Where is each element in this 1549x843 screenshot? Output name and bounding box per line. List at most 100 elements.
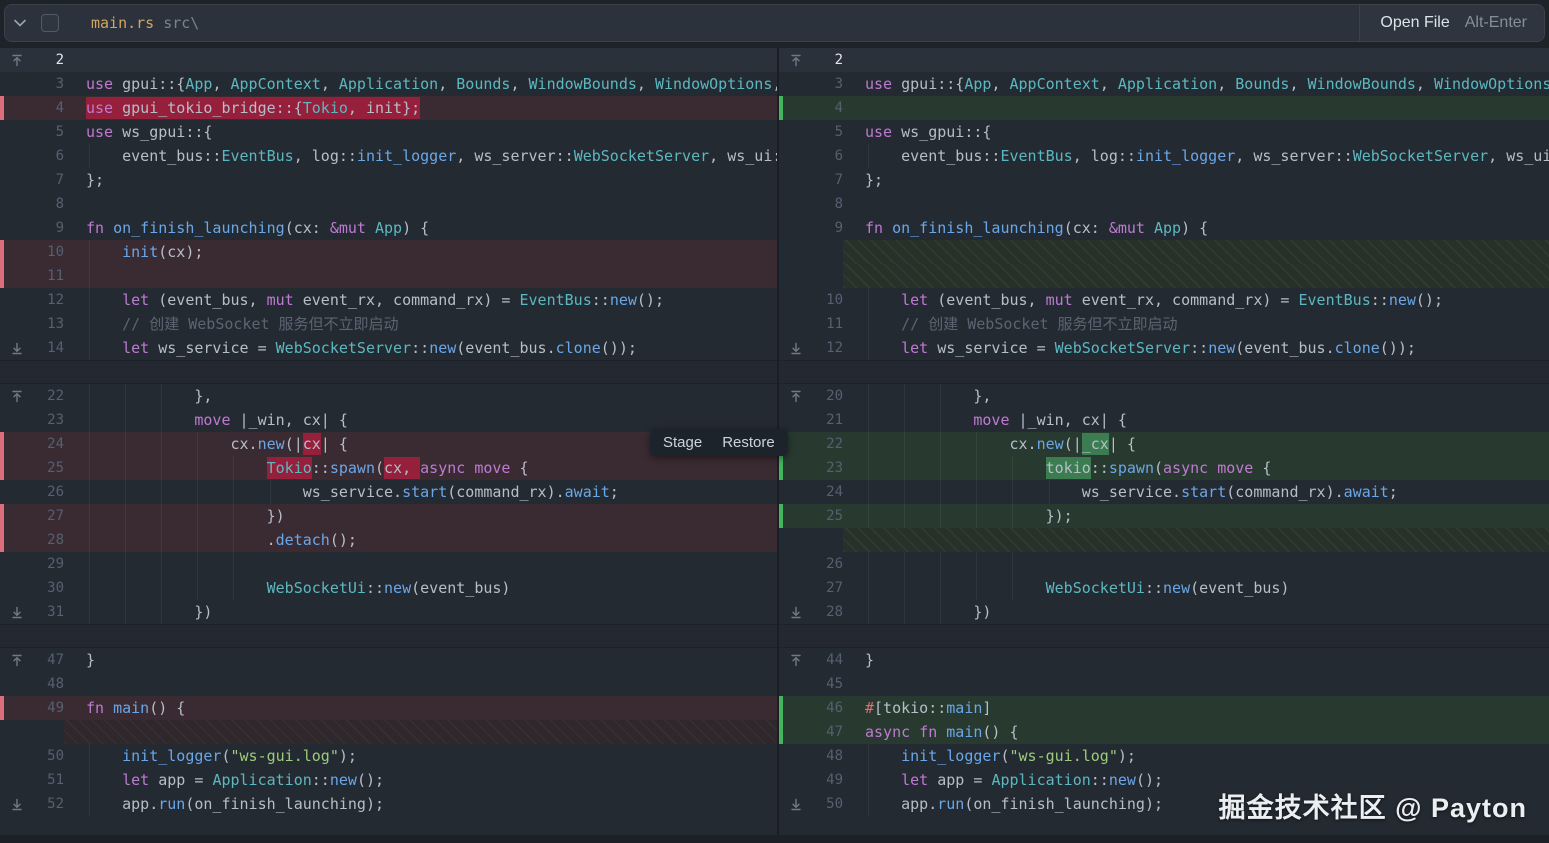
gutter-icon-slot [4,72,30,96]
indent-guide [125,504,127,528]
gutter-icon-slot [783,408,809,432]
expand-down-icon[interactable] [4,336,30,360]
indent-guide [161,408,163,432]
indent-guide [940,504,942,528]
indent-guide [868,744,869,768]
stage-button[interactable]: Stage [663,429,702,456]
added-line: 47 async fn main() { [779,720,1549,744]
code-text: cx.new(|_cx| { [865,432,1549,456]
expand-up-icon[interactable] [783,648,809,672]
gutter-icon-slot [783,72,809,96]
code-line: 3 use gpui::{App, AppContext, Application… [0,72,777,96]
line-number: 24 [47,436,64,452]
indent-guide [904,600,906,624]
indent-guide [1012,552,1014,576]
line-number: 9 [834,220,843,236]
gutter-icon-slot [4,672,30,696]
code-text: app.run(on_finish_launching); [86,792,777,816]
indent-guide [89,336,90,360]
indent-guide [125,600,127,624]
indent-guide [89,288,90,312]
indent-guide [89,504,90,528]
diff-pane-new: 2 3 use gpui::{App, AppContext, Applicatio… [779,48,1549,843]
gutter-icon-slot [783,456,809,480]
line-number: 22 [47,388,64,404]
gutter-icon-slot [4,312,30,336]
hunk-actions-popover: Stage Restore [650,429,788,456]
diff-header-bar: main.rs src\ Open File Alt-Enter [4,4,1545,42]
indent-guide [161,432,163,456]
indent-guide [233,504,235,528]
code-line: 7}; [779,168,1549,192]
line-number: 5 [55,124,64,140]
gutter-icon-slot [4,120,30,144]
line-number: 2 [834,52,843,68]
expand-up-icon[interactable] [4,648,30,672]
code-line: 24 ws_service.start(command_rx).await; [779,480,1549,504]
restore-button[interactable]: Restore [722,429,775,456]
indent-guide [197,504,199,528]
open-file-label: Open File [1380,14,1450,31]
code-text: let app = Application::new(); [86,768,777,792]
line-number: 4 [834,100,843,116]
stage-checkbox[interactable] [41,14,59,32]
expand-down-icon[interactable] [4,600,30,624]
line-number: 23 [826,460,843,476]
line-number: 23 [47,412,64,428]
line-number: 3 [55,76,64,92]
filler-hatch-row [779,528,1549,552]
code-text: let (event_bus, mut event_rx, command_rx… [86,288,777,312]
watermark-text: 掘金技术社区 @ Payton [1218,793,1527,823]
indent-guide [940,480,942,504]
expand-down-icon[interactable] [4,792,30,816]
code-text: // 创建 WebSocket 服务但不立即启动 [865,312,1549,336]
code-line: 28 }) [779,600,1549,624]
pane-bottom-fill [0,816,777,835]
expand-up-icon[interactable] [4,384,30,408]
expand-down-icon[interactable] [783,600,809,624]
code-line: 26 [779,552,1549,576]
line-number: 7 [834,172,843,188]
line-number: 8 [55,196,64,212]
line-number: 45 [826,676,843,692]
code-line: 27 WebSocketUi::new(event_bus) [779,576,1549,600]
line-number: 26 [826,556,843,572]
gutter-icon-slot [4,192,30,216]
chevron-down-icon[interactable] [5,19,35,27]
line-number: 51 [47,772,64,788]
line-number: 52 [47,796,64,812]
code-line: 13 // 创建 WebSocket 服务但不立即启动 [0,312,777,336]
hunk-separator [779,624,1549,648]
code-text: .detach(); [86,528,777,552]
expand-down-icon[interactable] [783,336,809,360]
open-file-button[interactable]: Open File Alt-Enter [1359,5,1544,41]
line-number: 49 [826,772,843,788]
indent-guide [868,456,869,480]
indent-guide [868,552,869,576]
indent-guide [976,480,978,504]
expand-up-icon[interactable] [783,48,809,72]
code-text: fn on_finish_launching(cx: &mut App) { [865,219,1209,237]
line-number: 2 [55,52,64,68]
expand-up-icon[interactable] [4,48,30,72]
deleted-line: 25 Tokio::spawn(cx, async move { [0,456,777,480]
indent-guide [161,552,163,576]
indent-guide [197,432,199,456]
code-line: 6 event_bus::EventBus, log::init_logger,… [0,144,777,168]
indent-guide [940,408,942,432]
code-line: 5 use ws_gpui::{ [0,120,777,144]
expand-down-icon[interactable] [783,792,809,816]
indent-guide [125,576,127,600]
code-text: use gpui::{App, AppContext, Application,… [86,75,777,93]
code-text: tokio::spawn(async move { [865,456,1549,480]
line-number: 20 [826,388,843,404]
gutter-icon-slot [783,768,809,792]
code-text: // 创建 WebSocket 服务但不立即启动 [86,312,777,336]
indent-guide [904,456,906,480]
expand-up-icon[interactable] [783,384,809,408]
line-number: 10 [826,292,843,308]
line-number: 12 [826,340,843,356]
gutter-icon-slot [4,240,30,264]
